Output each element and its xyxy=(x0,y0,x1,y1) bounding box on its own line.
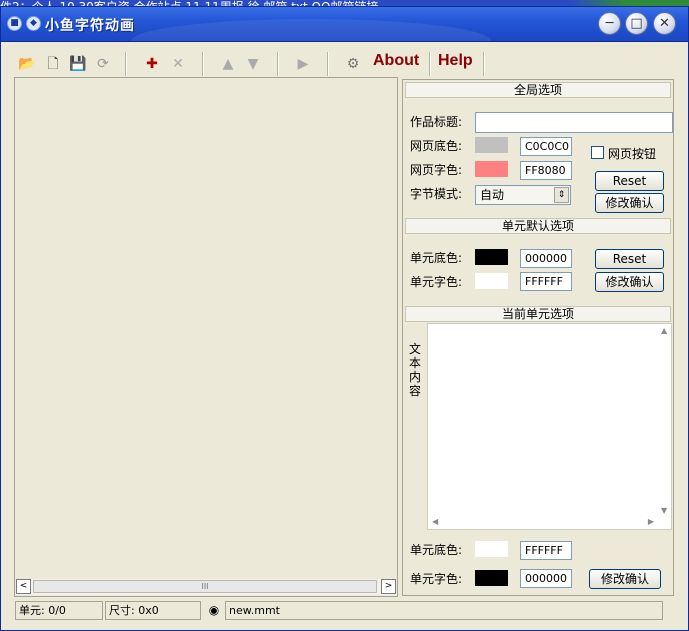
save-as-icon[interactable]: ⟳ xyxy=(93,54,113,74)
add-icon[interactable]: ✚ xyxy=(142,54,162,74)
global-reset-button[interactable]: Reset xyxy=(595,171,664,191)
text-content-label: 文本内容 xyxy=(409,342,422,398)
current-bg-label: 单元底色: xyxy=(410,543,463,557)
global-options-header: 全局选项 xyxy=(405,82,671,98)
toolbar-separator xyxy=(277,52,279,76)
play-icon[interactable]: ▶ xyxy=(293,54,313,74)
move-down-icon[interactable]: ▼ xyxy=(243,54,263,74)
current-cell-header: 当前单元选项 xyxy=(405,306,671,322)
current-fg-swatch[interactable] xyxy=(475,570,508,586)
page-bgcolor-swatch[interactable] xyxy=(475,137,508,153)
status-cell-count: 单元: 0/0 xyxy=(15,601,103,620)
current-fg-field[interactable]: 000000 xyxy=(520,569,572,588)
toolbar-separator xyxy=(327,52,329,76)
options-panel: 全局选项 作品标题: 网页底色: C0C0C0 网页按钮 网页字色: FF808… xyxy=(402,79,674,596)
default-fg-swatch[interactable] xyxy=(475,273,508,289)
toolbar: 📂 🗋 💾 ⟳ ✚ ✕ ▲ ▼ ▶ ⚙ About Help xyxy=(9,48,684,80)
delete-icon[interactable]: ✕ xyxy=(168,54,188,74)
scroll-left-icon[interactable]: ◀ xyxy=(432,517,438,526)
charset-select[interactable]: 自动 ⇕ xyxy=(475,185,571,205)
status-size: 尺寸: 0x0 xyxy=(105,601,201,620)
move-up-icon[interactable]: ▲ xyxy=(218,54,238,74)
settings-icon[interactable]: ⚙ xyxy=(343,54,363,74)
toolbar-separator xyxy=(429,52,431,76)
help-menu[interactable]: Help xyxy=(438,52,473,70)
default-confirm-button[interactable]: 修改确认 xyxy=(595,272,664,292)
open-icon[interactable]: 📂 xyxy=(17,54,37,74)
text-content-area[interactable]: ▲ ▼ ◀ ▶ xyxy=(427,323,672,530)
close-button[interactable]: ✕ xyxy=(653,12,676,35)
global-confirm-button[interactable]: 修改确认 xyxy=(595,193,664,213)
title-bar-decoration xyxy=(131,19,491,41)
toolbar-separator xyxy=(483,52,485,76)
title-input[interactable] xyxy=(475,112,673,133)
page-fgcolor-label: 网页字色: xyxy=(410,163,463,177)
default-reset-button[interactable]: Reset xyxy=(595,249,664,269)
page-fgcolor-field[interactable]: FF8080 xyxy=(520,161,572,180)
title-label: 作品标题: xyxy=(410,115,463,129)
charset-label: 字节模式: xyxy=(410,187,463,201)
maximize-button[interactable]: □ xyxy=(625,12,648,35)
window-options-icon[interactable]: ◆ xyxy=(26,16,41,31)
default-fg-field[interactable]: FFFFFF xyxy=(520,272,572,291)
about-menu[interactable]: About xyxy=(373,52,419,70)
new-file-icon[interactable]: 🗋 xyxy=(43,54,63,74)
cell-defaults-header: 单元默认选项 xyxy=(405,218,671,234)
current-fg-label: 单元字色: xyxy=(410,572,463,586)
page-bgcolor-label: 网页底色: xyxy=(410,139,463,153)
default-bg-field[interactable]: 000000 xyxy=(520,249,572,268)
save-icon[interactable]: 💾 xyxy=(68,54,88,74)
system-menu-icon[interactable]: ■ xyxy=(7,16,22,31)
title-bar[interactable]: ■ ◆ 小鱼字符动画 ─ □ ✕ xyxy=(1,7,688,42)
scroll-down-icon[interactable]: ▼ xyxy=(661,506,667,515)
toolbar-separator xyxy=(202,52,204,76)
default-bg-label: 单元底色: xyxy=(410,251,463,265)
status-bar: 单元: 0/0 尺寸: 0x0 ◉ new.mmt xyxy=(13,600,683,622)
minimize-button[interactable]: ─ xyxy=(598,12,621,35)
status-disk-icon: ◉ xyxy=(208,603,220,617)
scroll-up-icon[interactable]: ▲ xyxy=(661,326,667,335)
canvas-horizontal-scrollbar[interactable]: < III > xyxy=(16,579,396,595)
page-bgcolor-field[interactable]: C0C0C0 xyxy=(520,137,572,156)
textarea-vertical-scrollbar[interactable]: ▲ ▼ xyxy=(657,324,671,517)
chevron-down-icon[interactable]: ⇕ xyxy=(554,187,569,203)
window-title: 小鱼字符动画 xyxy=(45,18,135,34)
web-button-checkbox[interactable] xyxy=(591,146,604,159)
default-fg-label: 单元字色: xyxy=(410,275,463,289)
current-bg-swatch[interactable] xyxy=(475,541,508,557)
scroll-thumb[interactable]: III xyxy=(33,580,377,593)
web-button-label: 网页按钮 xyxy=(608,147,657,161)
page-fgcolor-swatch[interactable] xyxy=(475,161,508,177)
app-window: ■ ◆ 小鱼字符动画 ─ □ ✕ 📂 🗋 💾 ⟳ ✚ ✕ ▲ ▼ ▶ ⚙ Abo… xyxy=(0,6,689,631)
toolbar-separator xyxy=(125,52,127,76)
current-bg-field[interactable]: FFFFFF xyxy=(520,541,572,560)
scroll-right-button[interactable]: > xyxy=(381,579,396,594)
status-filename: new.mmt xyxy=(225,601,663,620)
charset-value: 自动 xyxy=(480,188,505,202)
current-confirm-button[interactable]: 修改确认 xyxy=(589,569,661,589)
textarea-horizontal-scrollbar[interactable]: ◀ ▶ xyxy=(428,515,658,529)
animation-canvas[interactable]: < III > xyxy=(14,77,398,597)
scroll-right-icon[interactable]: ▶ xyxy=(648,517,654,526)
scroll-left-button[interactable]: < xyxy=(16,579,31,594)
default-bg-swatch[interactable] xyxy=(475,249,508,265)
